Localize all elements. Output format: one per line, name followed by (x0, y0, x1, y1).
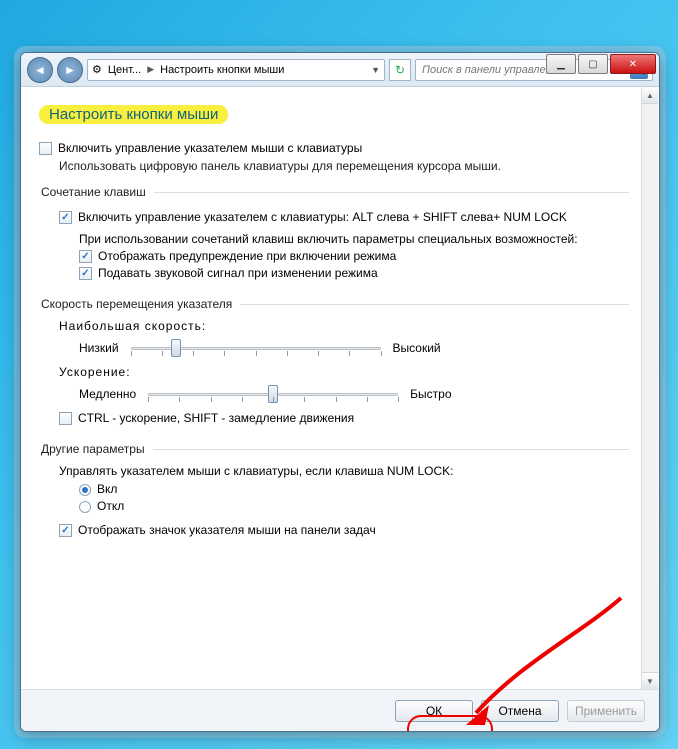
scroll-up-icon[interactable]: ▲ (642, 87, 658, 104)
button-bar: ОК Отмена Применить (21, 689, 659, 731)
topspeed-high-label: Высокий (393, 341, 441, 355)
breadcrumb-seg-1[interactable]: Цент... (108, 64, 141, 76)
control-panel-icon: ⚙ (92, 63, 102, 76)
control-panel-window: ◄ ► ⚙ Цент... ▶ Настроить кнопки мыши ▼ … (20, 52, 660, 732)
minimize-button[interactable]: ▁ (546, 54, 576, 74)
chevron-right-icon: ▶ (147, 64, 154, 75)
address-bar[interactable]: ⚙ Цент... ▶ Настроить кнопки мыши ▼ (87, 59, 385, 81)
other-legend: Другие параметры (39, 442, 153, 456)
accel-slider[interactable] (148, 383, 398, 405)
mousekeys-description: Использовать цифровую панель клавиатуры … (59, 159, 629, 173)
show-warning-checkbox[interactable]: ✓ (79, 250, 92, 263)
tray-icon-label: Отображать значок указателя мыши на пане… (78, 523, 376, 537)
enable-shortcut-checkbox[interactable]: ✓ (59, 211, 72, 224)
enable-mousekeys-label: Включить управление указателем мыши с кл… (58, 141, 362, 155)
show-warning-label: Отображать предупреждение при включении … (98, 249, 396, 263)
ctrl-shift-checkbox[interactable] (59, 412, 72, 425)
play-sound-checkbox[interactable]: ✓ (79, 267, 92, 280)
topspeed-label: Наибольшая скорость: (59, 319, 629, 333)
close-button[interactable]: ✕ (610, 54, 656, 74)
other-group: Другие параметры Управлять указателем мы… (39, 442, 629, 544)
numlock-on-label: Вкл (97, 482, 117, 496)
shortcut-subdesc: При использовании сочетаний клавиш включ… (79, 232, 629, 246)
numlock-off-radio[interactable] (79, 501, 91, 513)
tray-icon-checkbox[interactable]: ✓ (59, 524, 72, 537)
shortcut-legend: Сочетание клавиш (39, 185, 154, 199)
breadcrumb-seg-2[interactable]: Настроить кнопки мыши (160, 64, 284, 76)
play-sound-label: Подавать звуковой сигнал при изменении р… (98, 266, 378, 280)
enable-shortcut-label: Включить управление указателем с клавиат… (78, 210, 567, 224)
cancel-button[interactable]: Отмена (481, 700, 559, 722)
ok-button[interactable]: ОК (395, 700, 473, 722)
forward-button[interactable]: ► (57, 57, 83, 83)
numlock-off-label: Откл (97, 499, 124, 513)
accel-low-label: Медленно (79, 387, 136, 401)
numlock-on-radio[interactable] (79, 484, 91, 496)
page-title: Настроить кнопки мыши (39, 105, 228, 124)
enable-mousekeys-checkbox[interactable] (39, 142, 52, 155)
content-area: Настроить кнопки мыши Включить управлени… (21, 87, 659, 689)
pointer-speed-legend: Скорость перемещения указателя (39, 297, 240, 311)
numlock-desc: Управлять указателем мыши с клавиатуры, … (59, 464, 629, 478)
scrollbar[interactable]: ▲ ▼ (641, 87, 658, 689)
address-history-dropdown[interactable]: ▼ (371, 65, 380, 75)
accel-high-label: Быстро (410, 387, 451, 401)
topspeed-slider[interactable] (131, 337, 381, 359)
accel-label: Ускорение: (59, 365, 629, 379)
back-button[interactable]: ◄ (27, 57, 53, 83)
refresh-button[interactable]: ↻ (389, 59, 411, 81)
pointer-speed-group: Скорость перемещения указателя Наибольша… (39, 297, 629, 432)
apply-button[interactable]: Применить (567, 700, 645, 722)
topspeed-low-label: Низкий (79, 341, 119, 355)
scroll-down-icon[interactable]: ▼ (642, 672, 658, 689)
shortcut-group: Сочетание клавиш ✓ Включить управление у… (39, 185, 629, 287)
maximize-button[interactable]: ▢ (578, 54, 608, 74)
ctrl-shift-label: CTRL - ускорение, SHIFT - замедление дви… (78, 411, 354, 425)
